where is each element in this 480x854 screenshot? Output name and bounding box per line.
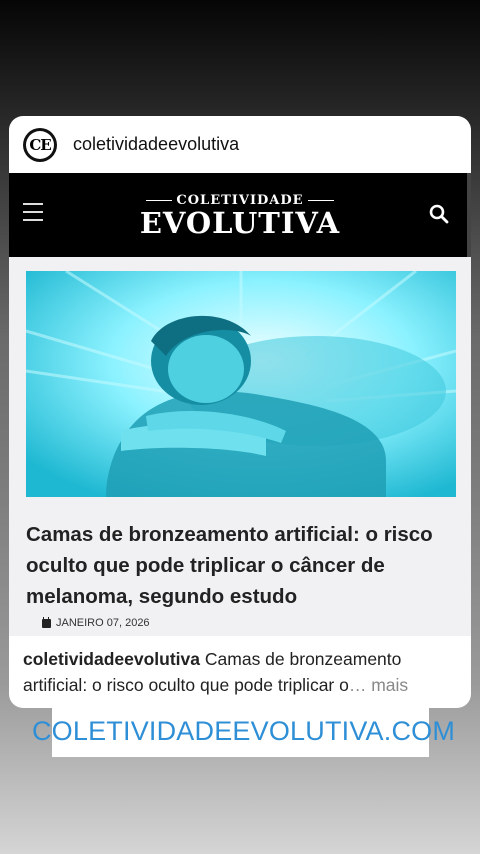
article-headline[interactable]: Camas de bronzeamento artificial: o risc… — [26, 519, 456, 612]
logo-bottom-text: EVOLUTIVA — [139, 205, 341, 240]
search-icon[interactable] — [429, 204, 449, 224]
caption-ellipsis: … — [348, 675, 367, 695]
avatar[interactable]: CE — [23, 127, 57, 162]
article-preview[interactable]: Camas de bronzeamento artificial: o risc… — [9, 257, 471, 636]
article-date: JANEIRO 07, 2026 — [42, 616, 150, 629]
post-username[interactable]: coletividadeevolutiva — [73, 134, 239, 155]
avatar-logo: CE — [26, 130, 54, 159]
link-sticker-text: COLETIVIDADEEVOLUTIVA.COM — [31, 716, 456, 746]
date-text: JANEIRO 07, 2026 — [56, 617, 150, 629]
post-caption[interactable]: coletividadeevolutiva Camas de bronzeame… — [9, 636, 471, 698]
hero-image — [26, 271, 456, 497]
more-link[interactable]: mais — [366, 675, 408, 695]
post-card[interactable]: CE coletividadeevolutiva COLETIVIDADE EV… — [9, 116, 471, 708]
link-sticker[interactable]: COLETIVIDADEEVOLUTIVA.COM — [32, 706, 455, 757]
site-logo[interactable]: COLETIVIDADE EVOLUTIVA — [140, 193, 340, 238]
hamburger-menu-icon[interactable] — [23, 203, 43, 221]
post-header: CE coletividadeevolutiva — [9, 116, 471, 173]
site-navbar: COLETIVIDADE EVOLUTIVA — [9, 173, 471, 257]
scrollbar[interactable] — [467, 173, 471, 257]
calendar-icon — [42, 616, 51, 628]
caption-username[interactable]: coletividadeevolutiva — [23, 649, 200, 669]
